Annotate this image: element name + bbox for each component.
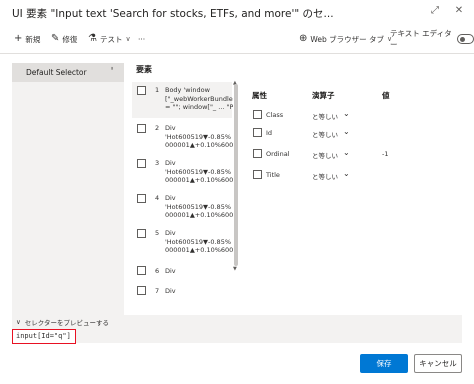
selector-preview-text: input[Id="q"] bbox=[12, 329, 76, 344]
element-text: Div 'Hot600519▼-0.85% 000001▲+0.10%6005.… bbox=[165, 159, 233, 184]
flask-icon: ⚗ bbox=[88, 33, 97, 44]
element-number: 6 bbox=[155, 267, 160, 275]
attribute-name: Id bbox=[266, 129, 273, 137]
element-text: Div bbox=[165, 287, 176, 295]
table-row: Title と等しい ⌄ bbox=[250, 166, 460, 184]
toggle-switch[interactable] bbox=[457, 34, 474, 44]
toolbar-divider bbox=[0, 53, 474, 54]
list-item[interactable]: 3 Div 'Hot600519▼-0.85% 000001▲+0.10%600… bbox=[132, 155, 233, 189]
list-item[interactable]: 4 Div 'Hot600519▼-0.85% 000001▲+0.10%600… bbox=[132, 190, 233, 224]
checkbox[interactable] bbox=[253, 170, 262, 179]
attribute-name: Class bbox=[266, 111, 284, 119]
element-number: 2 bbox=[155, 124, 160, 132]
element-text: Div 'Hot600519▼-0.85% 000001▲+0.10%600..… bbox=[165, 229, 233, 254]
window-title: UI 要素 "Input text 'Search for stocks, ET… bbox=[12, 7, 334, 20]
list-item[interactable]: 5 Div 'Hot600519▼-0.85% 000001▲+0.10%600… bbox=[132, 225, 233, 259]
list-item[interactable]: 1 Body 'window ["_webWorkerBundle"] = ""… bbox=[132, 82, 233, 118]
element-text: Div 'Hot600519▼-0.85% 000001▲+0.10%6005.… bbox=[165, 124, 233, 149]
edit-label: 修復 bbox=[62, 34, 78, 44]
attribute-name: Ordinal bbox=[266, 150, 290, 158]
text-editor-label: テキスト エディター bbox=[390, 29, 452, 49]
table-row: Class と等しい ⌄ bbox=[250, 106, 460, 124]
scroll-down-icon[interactable]: ▼ bbox=[233, 266, 237, 272]
test-button[interactable]: ⚗ テスト ∨ bbox=[88, 32, 131, 46]
toolbar: + 新規 ✎ 修復 ⚗ テスト ∨ ··· ⊕ Web ブラウザー タブ ∨ テ… bbox=[0, 28, 474, 50]
chevron-down-icon[interactable]: ⌄ bbox=[343, 109, 350, 118]
chevron-down-icon[interactable]: ⌄ bbox=[343, 169, 350, 178]
new-label: 新規 bbox=[25, 34, 41, 44]
scrollbar[interactable] bbox=[234, 84, 238, 266]
default-selector-label: Default Selector bbox=[26, 68, 87, 77]
checkbox[interactable] bbox=[253, 110, 262, 119]
operator-dropdown[interactable]: と等しい bbox=[312, 150, 338, 160]
edit-button[interactable]: ✎ 修復 bbox=[51, 32, 77, 46]
maximize-icon[interactable]: ⤢ bbox=[427, 5, 443, 16]
globe-icon: ⊕ bbox=[299, 33, 308, 44]
checkbox[interactable] bbox=[253, 149, 262, 158]
new-button[interactable]: + 新規 bbox=[14, 32, 40, 46]
chevron-down-icon: ∨ bbox=[125, 35, 131, 43]
preview-toggle-label: セレクターをプレビューする bbox=[24, 319, 110, 327]
elements-list: 1 Body 'window ["_webWorkerBundle"] = ""… bbox=[132, 80, 238, 302]
elements-heading: 要素 bbox=[136, 65, 152, 74]
element-text: Div bbox=[165, 267, 176, 275]
preview-toggle[interactable]: ∨ セレクターをプレビューする bbox=[16, 317, 109, 327]
checkbox[interactable] bbox=[253, 128, 262, 137]
plus-icon: + bbox=[14, 33, 23, 44]
default-selector-item[interactable]: Default Selector ··· bbox=[12, 63, 124, 82]
browser-tab-dropdown[interactable]: ⊕ Web ブラウザー タブ ∨ bbox=[299, 32, 392, 46]
table-row: Ordinal と等しい ⌄ -1 bbox=[250, 145, 460, 163]
operator-dropdown[interactable]: と等しい bbox=[312, 129, 338, 139]
operator-dropdown[interactable]: と等しい bbox=[312, 111, 338, 121]
checkbox[interactable] bbox=[137, 229, 146, 238]
operator-dropdown[interactable]: と等しい bbox=[312, 171, 338, 181]
selector-list-panel: Default Selector ··· bbox=[12, 63, 124, 315]
column-header-attribute: 属性 bbox=[252, 91, 267, 100]
more-button[interactable]: ··· bbox=[138, 32, 145, 46]
element-number: 3 bbox=[155, 159, 160, 167]
table-row: Id と等しい ⌄ bbox=[250, 124, 460, 142]
column-header-value: 値 bbox=[382, 91, 390, 100]
attribute-value[interactable]: -1 bbox=[382, 150, 388, 158]
checkbox[interactable] bbox=[137, 266, 146, 275]
browser-label: Web ブラウザー タブ bbox=[310, 34, 385, 44]
element-number: 4 bbox=[155, 194, 160, 202]
chevron-down-icon[interactable]: ⌄ bbox=[343, 127, 350, 136]
cancel-button[interactable]: キャンセル bbox=[414, 354, 462, 373]
chevron-down-icon[interactable]: ⌄ bbox=[343, 148, 350, 157]
checkbox[interactable] bbox=[137, 86, 146, 95]
test-label: テスト bbox=[99, 34, 123, 44]
close-icon[interactable]: ✕ bbox=[451, 5, 467, 16]
attribute-name: Title bbox=[266, 171, 280, 179]
list-item[interactable]: 6 Div bbox=[132, 263, 232, 281]
checkbox[interactable] bbox=[137, 286, 146, 295]
more-label: ··· bbox=[138, 34, 146, 44]
checkbox[interactable] bbox=[137, 124, 146, 133]
more-options-icon[interactable]: ··· bbox=[106, 66, 116, 69]
column-header-operator: 演算子 bbox=[312, 91, 335, 100]
chevron-down-icon: ∨ bbox=[16, 318, 21, 326]
element-number: 1 bbox=[155, 86, 160, 94]
checkbox[interactable] bbox=[137, 194, 146, 203]
element-text: Div 'Hot600519▼-0.85% 000001▲+0.10%6005.… bbox=[165, 194, 233, 219]
text-editor-toggle[interactable]: テキスト エディター bbox=[390, 29, 474, 49]
list-item[interactable]: 7 Div bbox=[132, 283, 232, 301]
list-item[interactable]: 2 Div 'Hot600519▼-0.85% 000001▲+0.10%600… bbox=[132, 120, 233, 154]
title-bar: UI 要素 "Input text 'Search for stocks, ET… bbox=[0, 0, 474, 26]
element-text: Body 'window ["_webWorkerBundle"] = ""; … bbox=[165, 86, 233, 111]
element-number: 7 bbox=[155, 287, 160, 295]
save-button[interactable]: 保存 bbox=[360, 354, 408, 373]
checkbox[interactable] bbox=[137, 159, 146, 168]
pencil-icon: ✎ bbox=[51, 33, 60, 44]
element-number: 5 bbox=[155, 229, 160, 237]
